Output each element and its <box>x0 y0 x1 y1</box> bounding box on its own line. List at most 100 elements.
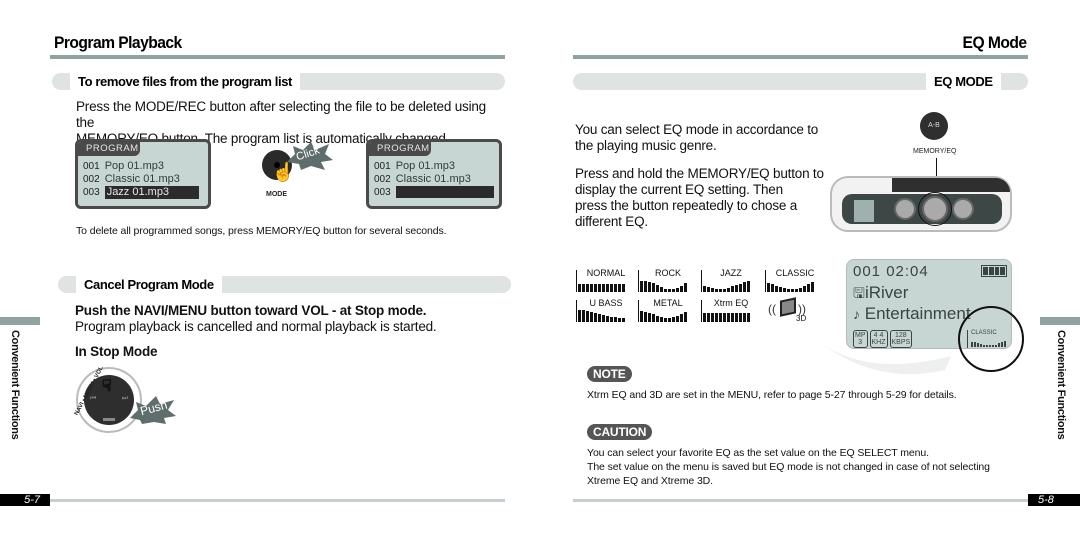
eq-bar <box>783 288 786 292</box>
footer-rule <box>573 499 1028 502</box>
eq-bar <box>747 313 750 322</box>
title-rule <box>573 55 1028 59</box>
eq-bar <box>614 317 617 322</box>
eq-mode-jazz: JAZZ <box>701 268 757 294</box>
eq-bar <box>735 285 738 292</box>
eq-bar <box>640 281 643 292</box>
caution-badge: CAUTION <box>587 424 653 440</box>
eq-bar <box>711 288 714 292</box>
intro-paragraph: You can select EQ mode in accordance to … <box>575 122 818 154</box>
title-rule <box>50 55 505 59</box>
eq-mode-3d-icon: (( )) 3D <box>768 296 814 324</box>
eq-bar <box>644 312 647 322</box>
eq-bar <box>715 313 718 322</box>
body-line: the playing music genre. <box>575 138 717 153</box>
eq-bar <box>791 289 794 292</box>
eq-bar <box>723 313 726 322</box>
eq-bar <box>707 287 710 292</box>
eq-bar <box>779 287 782 292</box>
eq-bar <box>747 281 750 292</box>
mode-button-label: MODE <box>266 191 287 198</box>
eq-bar <box>594 313 597 322</box>
eq-bar <box>610 284 613 292</box>
music-note-icon: ♪ <box>853 306 860 322</box>
body-line: Press the MODE/REC button after selectin… <box>76 99 486 130</box>
eq-bar <box>594 284 597 292</box>
eq-bar <box>648 282 651 292</box>
section-heading: To remove files from the program list <box>70 73 300 90</box>
body-line: You can select EQ mode in accordance to <box>575 122 819 137</box>
section-heading: EQ MODE <box>926 73 1001 90</box>
eq-bar <box>723 289 726 292</box>
eq-bar <box>707 313 710 322</box>
battery-icon <box>981 265 1007 277</box>
eq-bar <box>590 284 593 292</box>
body-line: Press and hold the MEMORY/EQ button to <box>575 166 824 181</box>
eq-bar <box>668 318 671 322</box>
eq-bar <box>656 285 659 292</box>
delete-all-note: To delete all programmed songs, press ME… <box>76 225 447 237</box>
eq-bar <box>672 289 675 292</box>
instruction-paragraph: Press and hold the MEMORY/EQ button to d… <box>575 166 824 230</box>
eq-bar <box>660 287 663 292</box>
eq-bar <box>582 310 585 322</box>
eq-bar <box>578 310 581 322</box>
eq-bar <box>664 289 667 292</box>
eq-bar <box>743 282 746 292</box>
eq-bar <box>775 286 778 292</box>
eq-bar <box>602 284 605 292</box>
eq-mode-classic: CLASSIC <box>765 268 821 294</box>
section-body: Program playback is cancelled and normal… <box>75 319 437 334</box>
eq-bar <box>767 283 770 292</box>
eq-bar <box>652 314 655 322</box>
caution-line: You can select your favorite EQ as the s… <box>587 447 929 459</box>
eq-bar <box>610 317 613 322</box>
eq-bar <box>582 284 585 292</box>
eq-bar <box>719 313 722 322</box>
eq-bar <box>640 311 643 322</box>
eq-bar <box>618 318 621 322</box>
device-body-icon <box>830 176 1012 232</box>
eq-bar <box>703 286 706 292</box>
eq-bar <box>590 312 593 322</box>
lcd-program-after: PROGRAM 001 Pop 01.mp3 002 Classic 01.mp3 … <box>366 139 502 209</box>
eq-bar <box>680 314 683 322</box>
ab-button-icon: A-B <box>920 112 948 140</box>
eq-bar <box>731 313 734 322</box>
eq-mode-rock: ROCK <box>638 268 694 294</box>
caution-text: You can select your favorite EQ as the s… <box>587 446 990 488</box>
lcd-row: 001 Pop 01.mp3 <box>374 160 456 172</box>
eq-bar <box>664 318 667 322</box>
eq-bar <box>622 284 625 292</box>
curved-arrow-icon <box>817 340 951 375</box>
eq-bar <box>799 288 802 292</box>
memory-eq-callout: MEMORY/EQ <box>913 148 957 155</box>
eq-bar <box>711 313 714 322</box>
pointing-hand-icon: ☟ <box>102 378 113 396</box>
eq-bar <box>684 312 687 322</box>
eq-bar <box>660 317 663 322</box>
eq-bar <box>676 288 679 292</box>
eq-bar <box>648 313 651 322</box>
body-line: press the button repeatedly to chose a <box>575 198 798 213</box>
lcd-track-time: 001 02:04 <box>853 263 929 280</box>
eq-bar <box>743 313 746 322</box>
page-title: EQ Mode <box>962 33 1026 52</box>
lcd-row: 002 Classic 01.mp3 <box>374 173 471 185</box>
lcd-program-before: PROGRAM 001 Pop 01.mp3 002 Classic 01.mp3 … <box>75 139 211 209</box>
caution-line: The set value on the menu is saved but E… <box>587 461 990 473</box>
floppy-icon: 🖫 <box>853 285 865 301</box>
eq-bar <box>618 284 621 292</box>
side-tab-marker <box>1040 317 1080 325</box>
eq-bar <box>811 282 814 292</box>
page-title: Program Playback <box>54 33 182 52</box>
eq-bar <box>668 289 671 292</box>
eq-bar <box>622 318 625 322</box>
eq-bar <box>795 289 798 292</box>
eq-bar <box>739 284 742 292</box>
eq-bar <box>578 284 581 292</box>
footer-rule <box>50 499 505 502</box>
lcd-row-selected: 003 Jazz 01.mp3 <box>83 186 199 199</box>
body-line: different EQ. <box>575 214 648 229</box>
lcd-header: PROGRAM <box>369 142 431 156</box>
